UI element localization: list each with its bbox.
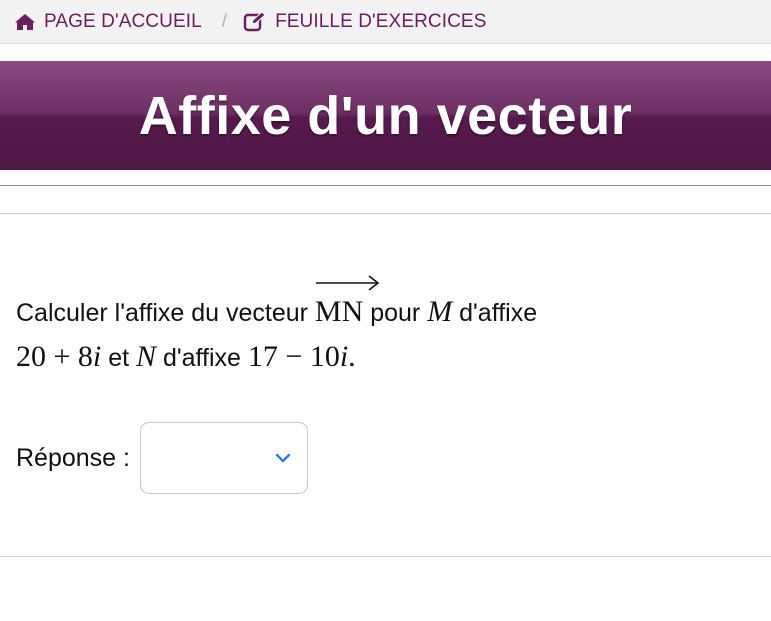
affix-n-real: 17 — [247, 340, 278, 373]
breadcrumb: PAGE D'ACCUEIL / FEUILLE D'EXERCICES — [0, 0, 771, 44]
chevron-down-icon — [275, 453, 291, 463]
affix-m-i: i — [92, 340, 102, 373]
home-link[interactable]: PAGE D'ACCUEIL — [14, 11, 202, 33]
home-link-label: PAGE D'ACCUEIL — [44, 10, 202, 32]
divider-upper — [0, 213, 771, 214]
breadcrumb-separator: / — [221, 10, 228, 32]
exercises-link-label: FEUILLE D'EXERCICES — [275, 10, 487, 32]
affix-n-operator: − — [285, 340, 303, 373]
title-banner: Affixe d'un vecteur — [0, 61, 771, 170]
exercises-link[interactable]: FEUILLE D'EXERCICES — [243, 11, 486, 33]
divider-top — [0, 185, 771, 186]
point-m: M — [427, 295, 453, 328]
affix-m-imag: 8 — [77, 340, 93, 373]
answer-select[interactable] — [139, 422, 308, 494]
question-statement: Calculer l'affixe du vecteur MN pour M d… — [16, 275, 756, 380]
question-text-3: d'affixe — [452, 299, 538, 327]
answer-row: Réponse : — [16, 422, 308, 494]
point-n: N — [136, 340, 157, 373]
edit-icon — [243, 10, 266, 31]
question-text-1: Calculer l'affixe du vecteur — [16, 299, 315, 327]
affix-n: 17 − 10i — [248, 340, 348, 373]
question-text-4: et — [101, 344, 137, 372]
home-icon — [15, 13, 35, 30]
question-text-2: pour — [363, 299, 428, 327]
affix-m-real: 20 — [16, 340, 46, 373]
vector-arrow-icon — [315, 275, 380, 291]
question-period: . — [348, 340, 356, 373]
affix-n-i: i — [339, 340, 349, 373]
divider-bottom — [0, 556, 771, 557]
affix-m: 20 + 8i — [16, 340, 101, 373]
question-text-5: d'affixe — [156, 344, 248, 372]
page-title: Affixe d'un vecteur — [138, 85, 633, 146]
vector-mn: MN — [314, 275, 380, 328]
answer-label: Réponse : — [16, 443, 130, 472]
affix-n-imag: 10 — [309, 340, 340, 373]
vector-name: MN — [314, 295, 364, 328]
affix-m-operator: + — [53, 340, 71, 373]
